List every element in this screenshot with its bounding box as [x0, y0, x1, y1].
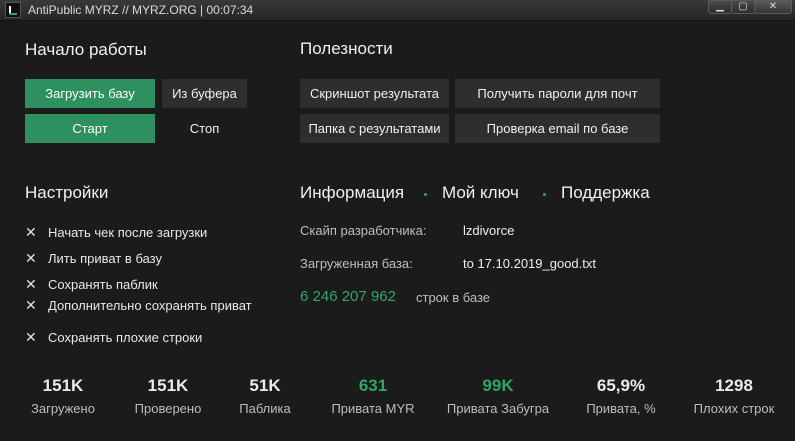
stat-public: 51K Паблика: [230, 376, 300, 416]
option-label: Начать чек после загрузки: [48, 225, 208, 240]
results-folder-button[interactable]: Папка с результатами: [300, 114, 449, 143]
option-save-bad-lines[interactable]: ✕ Сохранять плохие строки: [25, 329, 202, 346]
settings-heading: Настройки: [25, 183, 109, 202]
minimize-button[interactable]: ▁: [708, 0, 732, 14]
checkbox-x-icon[interactable]: ✕: [25, 329, 39, 346]
option-label: Лить приват в базу: [48, 251, 162, 266]
app-logo-icon: [5, 2, 21, 18]
from-buffer-button[interactable]: Из буфера: [162, 79, 247, 108]
option-label: Дополнительно сохранять приват: [48, 298, 252, 313]
tab-support[interactable]: Поддержка: [561, 183, 650, 203]
start-heading: Начало работы: [25, 40, 147, 59]
skype-value: lzdivorce: [463, 223, 515, 238]
option-save-public[interactable]: ✕ Сохранять паблик: [25, 276, 158, 293]
tab-separator-dot: [543, 193, 546, 196]
tab-my-key[interactable]: Мой ключ: [442, 183, 519, 203]
stat-label: Привата Забугра: [446, 401, 550, 416]
option-start-check[interactable]: ✕ Начать чек после загрузки: [25, 224, 207, 241]
stat-value: 99K: [482, 376, 514, 395]
option-save-private[interactable]: ✕ Дополнительно сохранять приват: [25, 297, 252, 314]
checkbox-x-icon[interactable]: ✕: [25, 224, 39, 241]
stat-label: Проверено: [134, 401, 202, 416]
stat-label: Привата, %: [586, 401, 656, 416]
stat-label: Привата MYR: [331, 401, 415, 416]
tab-information[interactable]: Информация: [300, 183, 404, 203]
lines-count: 6 246 207 962: [300, 288, 396, 305]
stop-button[interactable]: Стоп: [162, 114, 247, 143]
stat-private-foreign: 99K Привата Забугра: [440, 376, 556, 416]
start-button[interactable]: Старт: [25, 114, 155, 143]
stat-value: 65,9%: [596, 376, 646, 395]
checkbox-x-icon[interactable]: ✕: [25, 250, 39, 267]
stat-value: 631: [358, 376, 388, 395]
checkbox-x-icon[interactable]: ✕: [25, 297, 39, 314]
stat-private-myr: 631 Привата MYR: [321, 376, 425, 416]
tab-separator-dot: [424, 193, 427, 196]
stat-label: Паблика: [239, 401, 291, 416]
window-title: AntiPublic MYRZ // MYRZ.ORG | 00:07:34: [28, 3, 254, 17]
maximize-button[interactable]: ▢: [731, 0, 755, 14]
stat-value: 1298: [715, 376, 753, 395]
option-private-to-base[interactable]: ✕ Лить приват в базу: [25, 250, 162, 267]
screenshot-result-button[interactable]: Скриншот результата: [300, 79, 449, 108]
stat-label: Плохих строк: [693, 401, 775, 416]
utilities-heading: Полезности: [300, 39, 393, 58]
stat-value: 151K: [42, 376, 84, 395]
stat-label: Загружено: [31, 401, 95, 416]
stat-checked: 151K Проверено: [123, 376, 213, 416]
get-passwords-button[interactable]: Получить пароли для почт: [455, 79, 660, 108]
title-bar: AntiPublic MYRZ // MYRZ.ORG | 00:07:34 ▁…: [0, 0, 795, 21]
lines-label: строк в базе: [416, 290, 491, 305]
main-panel: Начало работы Загрузить базу Из буфера С…: [8, 21, 795, 441]
stat-private-percent: 65,9% Привата, %: [578, 376, 664, 416]
check-email-button[interactable]: Проверка email по базе: [455, 114, 660, 143]
skype-label: Скайп разработчика:: [300, 223, 427, 238]
stat-value: 151K: [147, 376, 189, 395]
loaded-base-value: to 17.10.2019_good.txt: [463, 256, 597, 271]
loaded-base-label: Загруженная база:: [300, 256, 413, 271]
option-label: Сохранять плохие строки: [48, 330, 203, 345]
close-button[interactable]: ✕: [754, 0, 792, 14]
checkbox-x-icon[interactable]: ✕: [25, 276, 39, 293]
stat-value: 51K: [249, 376, 281, 395]
stat-bad-lines: 1298 Плохих строк: [688, 376, 780, 416]
load-base-button[interactable]: Загрузить базу: [25, 79, 155, 108]
option-label: Сохранять паблик: [48, 277, 158, 292]
stat-loaded: 151K Загружено: [20, 376, 106, 416]
